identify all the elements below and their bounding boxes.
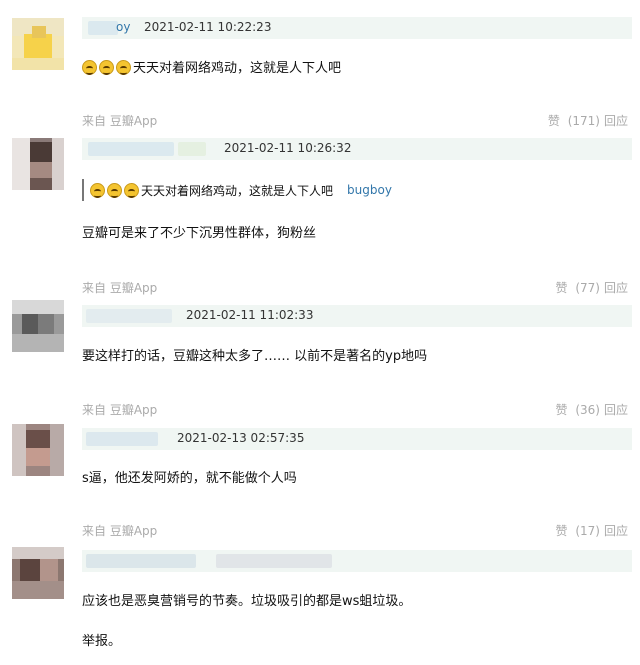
comment-content: 豆瓣可是来了不少下沉男性群体，狗粉丝 [82,226,317,241]
avatar[interactable] [12,138,64,190]
username[interactable]: oy [116,20,130,34]
like-button[interactable]: 赞 (77) [552,281,600,295]
reply-button[interactable]: 回应 [604,281,628,295]
like-label: 赞 [547,114,560,128]
like-label: 赞 [555,524,568,538]
comment-header: 2021-02-13 02:57:35 [82,428,632,450]
comment-source: 来自 豆瓣App [82,281,158,295]
avatar[interactable] [12,18,64,70]
grin-emoji-icon [116,60,131,75]
comment-actions: 赞 (36) 回应 [548,401,629,418]
comment-content: s逼，他还发阿娇的，就不能做个人吗 [82,471,297,486]
like-label: 赞 [555,403,568,417]
like-count: (17) [575,524,600,538]
comment-time: 2021-02-11 11:02:33 [186,308,314,322]
like-button[interactable]: 赞 (171) [544,114,600,128]
comment-content: 应该也是恶臭营销号的节奏。垃圾吸引的都是ws蛆垃圾。 [82,594,412,609]
comment-actions: 赞 (171) 回应 [540,112,628,129]
avatar[interactable] [12,300,64,352]
time-blurred [216,554,332,568]
avatar[interactable] [12,547,64,599]
comment-content: 要这样打的话，豆瓣这种太多了…… 以前不是著名的yp地吗 [82,349,428,364]
comment-time: 2021-02-11 10:26:32 [224,141,352,155]
comment-header [82,550,632,572]
comment-footer: 来自 豆瓣App 赞 (17) 回应 [82,522,628,540]
username-blurred[interactable] [88,142,174,156]
like-count: (77) [575,281,600,295]
comment-header: 2021-02-11 11:02:33 [82,305,632,327]
like-button[interactable]: 赞 (17) [552,524,600,538]
comment-actions: 赞 (77) 回应 [548,279,629,296]
comment-source: 来自 豆瓣App [82,524,158,538]
username-blurred[interactable] [88,21,118,35]
comment-header: 2021-02-11 10:26:32 [82,138,632,160]
comment-content: 天天对着网络鸡动，这就是人下人吧 [82,57,341,76]
like-button[interactable]: 赞 (36) [552,403,600,417]
quoted-comment: 天天对着网络鸡动，这就是人下人吧 bugboy [82,179,392,201]
comment-text: 天天对着网络鸡动，这就是人下人吧 [133,61,342,76]
like-count: (171) [567,114,600,128]
comment-footer: 来自 豆瓣App 赞 (171) 回应 [82,112,628,130]
comment-footer: 来自 豆瓣App 赞 (36) 回应 [82,401,628,419]
comment-source: 来自 豆瓣App [82,114,158,128]
comment-time: 2021-02-11 10:22:23 [144,20,272,34]
badge-blurred [178,142,206,156]
grin-emoji-icon [90,182,105,198]
comment-time: 2021-02-13 02:57:35 [177,431,305,445]
reply-button[interactable]: 回应 [604,524,628,538]
username-blurred[interactable] [86,554,196,568]
comment-source: 来自 豆瓣App [82,403,158,417]
grin-emoji-icon [99,60,114,75]
avatar[interactable] [12,424,64,476]
comment-footer: 来自 豆瓣App 赞 (77) 回应 [82,279,628,297]
reply-button[interactable]: 回应 [604,114,628,128]
grin-emoji-icon [124,182,139,198]
grin-emoji-icon [82,60,97,75]
like-count: (36) [575,403,600,417]
comment-actions: 赞 (17) 回应 [548,522,629,539]
comment-header: oy 2021-02-11 10:22:23 [82,17,632,39]
quote-text: 天天对着网络鸡动，这就是人下人吧 [141,183,334,198]
username-blurred[interactable] [86,432,158,446]
username-blurred[interactable] [86,309,172,323]
like-label: 赞 [555,281,568,295]
reply-button[interactable]: 回应 [604,403,628,417]
quote-author-link[interactable]: bugboy [347,183,392,197]
report-text: 举报。 [82,634,122,649]
grin-emoji-icon [107,182,122,198]
